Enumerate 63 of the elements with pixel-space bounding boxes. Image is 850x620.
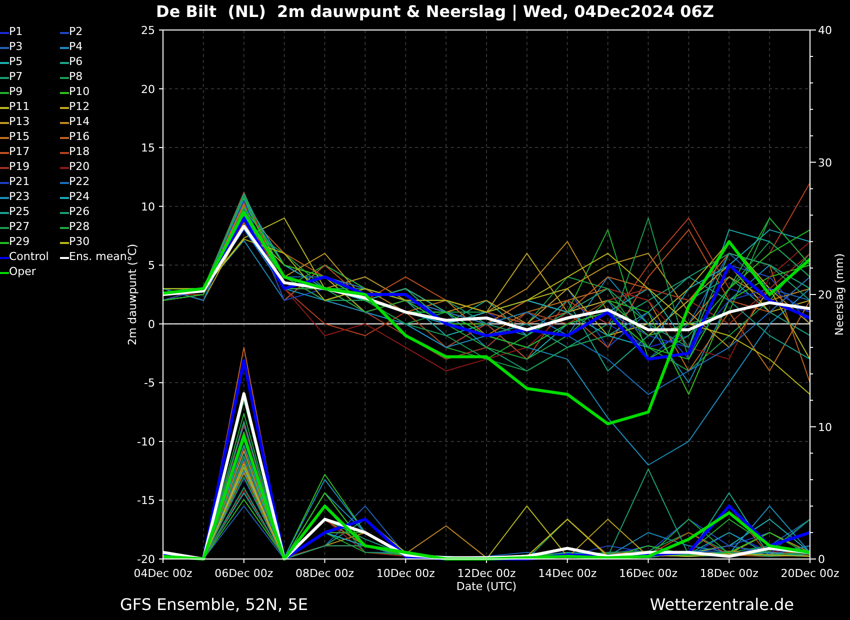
axis-label: -15 <box>137 494 155 508</box>
legend-label: P28 <box>69 219 90 236</box>
legend-label: P15 <box>9 129 30 146</box>
axis-title: Date (UTC) <box>456 580 517 593</box>
legend-label: Control <box>9 249 49 266</box>
axis-label: -20 <box>137 553 155 566</box>
legend-label: Ens. mean <box>69 249 127 266</box>
legend-label: P2 <box>69 24 83 40</box>
legend-label: P24 <box>69 189 90 206</box>
axis-label: 16Dec 00z <box>618 567 678 580</box>
axis-label: 04Dec 00z <box>134 567 192 580</box>
axis-label: 0 <box>818 553 825 566</box>
axis-label: 10 <box>818 420 832 434</box>
legend-label: P6 <box>69 54 83 70</box>
axis-label: 18Dec 00z <box>700 567 758 580</box>
legend-label: P11 <box>9 99 30 116</box>
legend-label: P14 <box>69 114 90 130</box>
legend-label: P8 <box>69 69 83 86</box>
legend-label: P10 <box>69 84 90 100</box>
legend-label: P4 <box>69 39 83 56</box>
legend-label: P25 <box>9 204 30 220</box>
axis-label: -5 <box>144 376 155 390</box>
axis-title: 2m dauwpunt (°C) <box>126 244 139 346</box>
legend-label: P7 <box>9 69 23 86</box>
axis-label: 08Dec 00z <box>295 567 354 580</box>
axis-label: 10 <box>141 200 155 214</box>
axis-label: 30 <box>818 156 832 170</box>
site-label: Wetterzentrale.de <box>650 594 794 616</box>
legend-label: P20 <box>69 159 90 176</box>
legend-label: P16 <box>69 129 90 146</box>
axis-label: 14Dec 00z <box>538 567 597 580</box>
axis-label: 5 <box>148 259 155 272</box>
legend-label: P17 <box>9 144 30 160</box>
axis-title: Neerslag (mm) <box>833 253 846 336</box>
legend-label: P12 <box>69 99 90 116</box>
axis-label: 06Dec 00z <box>214 567 274 580</box>
legend-label: P13 <box>9 114 30 130</box>
axis-label: 20 <box>141 82 155 96</box>
axis-label: 20Dec 00z <box>780 567 840 580</box>
axis-label: 20 <box>818 288 832 302</box>
legend-label: P18 <box>69 144 90 160</box>
legend-label: P23 <box>9 189 30 206</box>
axis-label: 0 <box>148 318 155 331</box>
axis-label: 15 <box>141 142 155 155</box>
chart-title: De Bilt (NL) 2m dauwpunt & Neerslag | Wed, 04Dec2024 06Z <box>155 1 715 22</box>
legend-label: P21 <box>9 174 30 190</box>
legend-label: Oper <box>9 264 36 280</box>
legend-label: P26 <box>69 204 90 220</box>
axis-label: -10 <box>137 435 155 448</box>
axis-label: 40 <box>818 24 832 37</box>
legend-label: P5 <box>9 54 23 70</box>
axis-label: 25 <box>141 24 155 37</box>
axis-label: 12Dec 00z <box>457 567 516 580</box>
legend-label: P27 <box>9 219 30 236</box>
legend-label: P29 <box>9 234 30 250</box>
legend-label: P1 <box>9 24 23 40</box>
source-label: GFS Ensemble, 52N, 5E <box>120 594 308 616</box>
legend-label: P9 <box>9 84 23 100</box>
legend-label: P30 <box>69 234 90 250</box>
legend-label: P19 <box>9 159 30 176</box>
legend-label: P3 <box>9 39 23 56</box>
axis-label: 10Dec 00z <box>376 567 435 580</box>
legend-label: P22 <box>69 174 90 190</box>
